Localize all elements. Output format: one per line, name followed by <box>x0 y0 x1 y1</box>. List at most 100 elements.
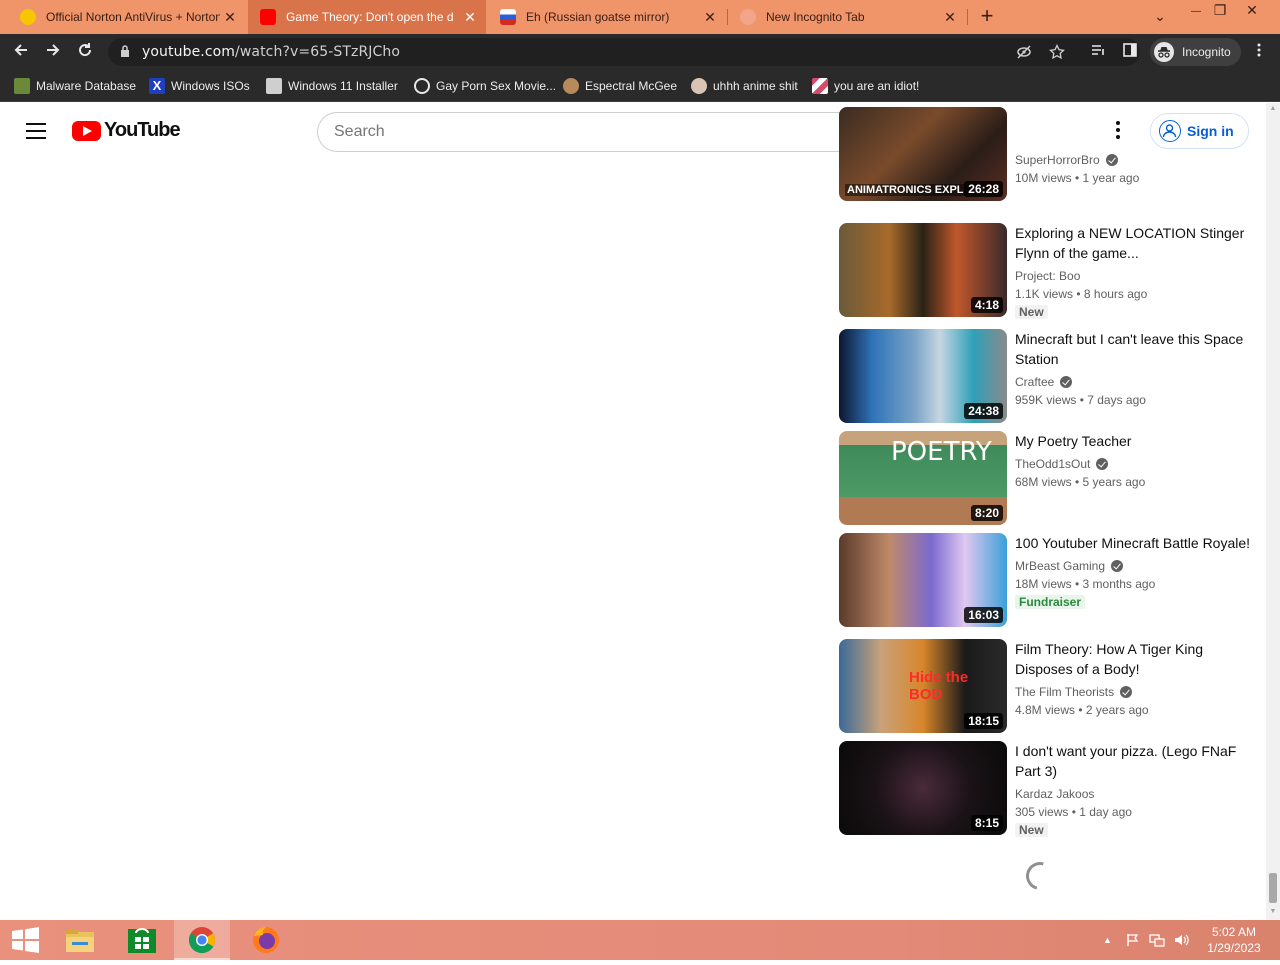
bookmark-star-icon[interactable] <box>1049 43 1065 60</box>
bookmark-movie-site[interactable]: Gay Porn Sex Movie... <box>414 76 556 96</box>
bookmark-malware-database[interactable]: Malware Database <box>14 76 136 96</box>
channel-name[interactable]: TheOdd1sOut <box>1015 455 1255 473</box>
settings-kebab-icon[interactable] <box>1108 119 1128 143</box>
related-video-item[interactable]: Hide the BOD 18:15 Film Theory: How A Ti… <box>839 639 1259 735</box>
page-icon <box>266 78 282 94</box>
scrollbar-thumb[interactable] <box>1269 873 1277 903</box>
bookmark-espectral-mcgee[interactable]: Espectral McGee <box>563 76 677 96</box>
close-tab-icon[interactable]: ✕ <box>220 9 240 26</box>
incognito-profile-button[interactable]: Incognito <box>1150 38 1241 66</box>
video-title[interactable]: Minecraft but I can't leave this Space S… <box>1015 329 1255 369</box>
bookmark-label: Windows ISOs <box>171 79 250 93</box>
close-tab-icon[interactable]: ✕ <box>700 9 720 26</box>
bookmark-windows-isos[interactable]: X Windows ISOs <box>149 76 250 96</box>
related-video-item[interactable]: 16:03 100 Youtuber Minecraft Battle Roya… <box>839 533 1259 629</box>
bookmark-you-are-an-idiot[interactable]: you are an idiot! <box>812 76 919 96</box>
action-center-flag-icon[interactable] <box>1125 932 1141 951</box>
url-path: /watch?v=65-STzRJCho <box>235 44 401 60</box>
windows-start-button[interactable] <box>0 920 56 960</box>
video-stats: 959K views • 7 days ago <box>1015 393 1146 407</box>
tab-norton[interactable]: Official Norton AntiVirus + Norton ✕ <box>8 0 246 34</box>
close-window-button[interactable]: ✕ <box>1232 0 1272 34</box>
bookmark-label: Gay Porn Sex Movie... <box>436 79 557 93</box>
clock-date: 1/29/2023 <box>1207 941 1261 955</box>
reload-button[interactable] <box>72 39 98 65</box>
loading-spinner-icon <box>1020 856 1060 896</box>
search-input[interactable] <box>318 113 818 151</box>
related-video-item[interactable]: 8:15 I don't want your pizza. (Lego FNaF… <box>839 741 1259 837</box>
video-title[interactable]: 100 Youtuber Minecraft Battle Royale! <box>1015 533 1255 553</box>
system-clock[interactable]: 5:02 AM 1/29/2023 <box>1196 924 1272 956</box>
channel-label: The Film Theorists <box>1015 685 1115 699</box>
microsoft-store-button[interactable] <box>114 920 170 960</box>
file-explorer-button[interactable] <box>52 920 108 960</box>
channel-label: Kardaz Jakoos <box>1015 787 1095 801</box>
video-title[interactable]: My Poetry Teacher <box>1015 431 1255 451</box>
network-icon[interactable] <box>1149 932 1165 951</box>
youtube-logo[interactable]: YouTube <box>72 119 181 142</box>
video-stats: 1.1K views • 8 hours ago <box>1015 287 1148 301</box>
channel-name[interactable]: Project: Boo <box>1015 267 1255 285</box>
channel-name[interactable]: MrBeast Gaming <box>1015 557 1255 575</box>
tab-title: Game Theory: Don't open the d <box>286 10 454 24</box>
tab-title: Official Norton AntiVirus + Norton <box>46 10 220 24</box>
video-thumbnail[interactable]: 8:15 <box>839 741 1007 835</box>
back-button[interactable] <box>8 39 34 65</box>
tab-strip: Official Norton AntiVirus + Norton ✕ Gam… <box>0 0 1280 34</box>
video-duration: 16:03 <box>964 607 1003 623</box>
close-tab-icon[interactable]: ✕ <box>460 9 480 26</box>
eye-slash-icon[interactable] <box>1016 44 1032 60</box>
video-thumbnail[interactable]: ANIMATRONICS EXPL 26:28 <box>839 107 1007 201</box>
bookmark-label: you are an idiot! <box>834 79 920 93</box>
scroll-up-arrow-icon[interactable]: ▲ <box>1269 105 1277 112</box>
sign-in-button[interactable]: Sign in <box>1150 113 1249 149</box>
bookmark-label: Espectral McGee <box>585 79 678 93</box>
tab-goatse[interactable]: Eh (Russian goatse mirror) ✕ <box>488 0 726 34</box>
hamburger-menu-icon[interactable] <box>26 123 46 139</box>
page-scrollbar[interactable]: ▲ ▼ <box>1266 103 1280 920</box>
side-panel-icon[interactable] <box>1117 39 1143 65</box>
video-stats: 305 views • 1 day ago <box>1015 805 1132 819</box>
new-tab-button[interactable]: + <box>975 4 999 30</box>
tab-incognito[interactable]: New Incognito Tab ✕ <box>728 0 966 34</box>
video-thumbnail[interactable]: 16:03 <box>839 533 1007 627</box>
video-thumbnail[interactable]: 4:18 <box>839 223 1007 317</box>
forward-button[interactable] <box>40 39 66 65</box>
firefox-taskbar-button[interactable] <box>238 920 294 960</box>
reading-list-icon[interactable] <box>1085 39 1111 65</box>
channel-name[interactable]: Kardaz Jakoos <box>1015 785 1255 803</box>
video-title[interactable]: Film Theory: How A Tiger King Disposes o… <box>1015 639 1255 679</box>
related-video-item[interactable]: POETRY 8:20 My Poetry Teacher TheOdd1sOu… <box>839 431 1259 527</box>
verified-check-icon <box>1096 458 1109 470</box>
bookmark-anime[interactable]: uhhh anime shit <box>691 76 798 96</box>
chrome-taskbar-button[interactable] <box>174 920 230 960</box>
close-tab-icon[interactable]: ✕ <box>940 9 960 26</box>
video-meta: I don't want your pizza. (Lego FNaF Part… <box>1015 741 1255 839</box>
related-video-item[interactable]: ANIMATRONICS EXPL 26:28 SuperHorrorBro 1… <box>839 107 1259 215</box>
url-text: youtube.com/watch?v=65-STzRJCho <box>142 44 400 60</box>
menu-kebab-icon[interactable] <box>1246 39 1272 65</box>
flag-icon <box>812 78 828 94</box>
video-title[interactable]: Exploring a NEW LOCATION Stinger Flynn o… <box>1015 223 1255 263</box>
channel-name[interactable]: The Film Theorists <box>1015 683 1255 701</box>
volume-icon[interactable] <box>1173 932 1189 951</box>
video-duration: 26:28 <box>964 181 1003 197</box>
channel-name[interactable]: SuperHorrorBro <box>1015 151 1255 169</box>
channel-name[interactable]: Craftee <box>1015 373 1255 391</box>
video-thumbnail[interactable]: Hide the BOD 18:15 <box>839 639 1007 733</box>
video-thumbnail[interactable]: POETRY 8:20 <box>839 431 1007 525</box>
channel-label: TheOdd1sOut <box>1015 457 1091 471</box>
scroll-down-arrow-icon[interactable]: ▼ <box>1269 908 1277 915</box>
bookmark-windows-11-installer[interactable]: Windows 11 Installer <box>266 76 398 96</box>
video-duration: 18:15 <box>964 713 1003 729</box>
clock-time: 5:02 AM <box>1211 925 1257 939</box>
tab-youtube[interactable]: Game Theory: Don't open the d ✕ <box>248 0 486 34</box>
related-video-item[interactable]: 24:38 Minecraft but I can't leave this S… <box>839 329 1259 425</box>
video-title[interactable]: I don't want your pizza. (Lego FNaF Part… <box>1015 741 1255 781</box>
address-bar[interactable]: youtube.com/watch?v=65-STzRJCho <box>108 38 1140 66</box>
video-stats: 4.8M views • 2 years ago <box>1015 703 1149 717</box>
related-video-item[interactable]: 4:18 Exploring a NEW LOCATION Stinger Fl… <box>839 223 1259 319</box>
video-thumbnail[interactable]: 24:38 <box>839 329 1007 423</box>
search-box <box>317 112 858 152</box>
show-hidden-icons-chevron-icon[interactable]: ▲ <box>1103 935 1112 945</box>
